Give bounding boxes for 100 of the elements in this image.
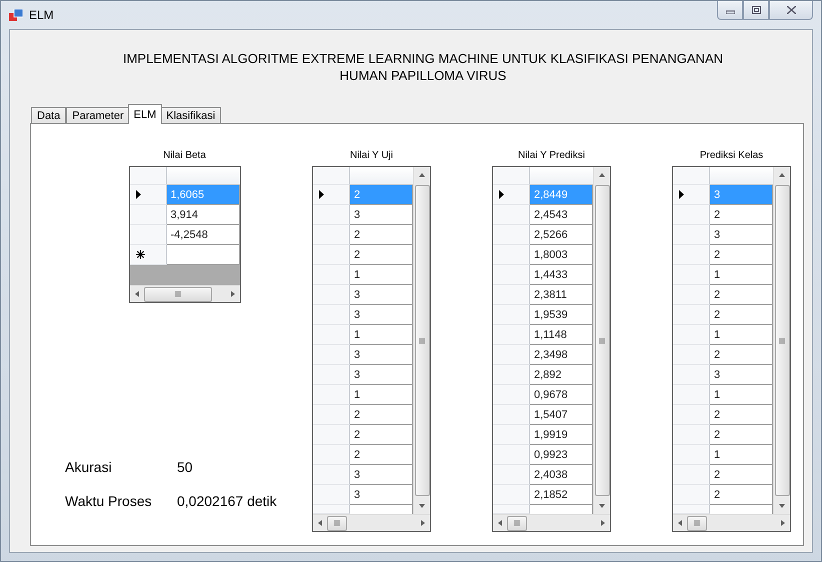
result-value: 0,0202167 detik: [177, 493, 278, 509]
grid-cell[interactable]: 1: [710, 325, 773, 345]
scroll-left-icon[interactable]: [497, 520, 503, 526]
scroll-thumb[interactable]: [594, 185, 610, 496]
grid-cell[interactable]: 1,8003: [530, 245, 593, 265]
grid-cell[interactable]: 3: [350, 205, 413, 225]
grid-cell[interactable]: 2: [350, 405, 413, 425]
tab[interactable]: ELM: [128, 104, 162, 124]
grid-cell[interactable]: 2,3811: [530, 285, 593, 305]
grid-cell[interactable]: 3,914: [166, 205, 240, 225]
grid-cell[interactable]: 2: [350, 445, 413, 465]
row-pointer-icon: [136, 190, 140, 199]
scroll-thumb[interactable]: [414, 185, 430, 496]
grid-cell[interactable]: 3: [710, 225, 773, 245]
grid-cell[interactable]: 2,5266: [530, 225, 593, 245]
scroll-right-icon[interactable]: [780, 520, 786, 526]
scroll-right-icon[interactable]: [600, 520, 606, 526]
row-header[interactable]: [130, 245, 166, 265]
grid-cell[interactable]: 1: [350, 265, 413, 285]
grid-cell[interactable]: 2: [710, 305, 773, 325]
row-header[interactable]: [313, 185, 350, 205]
grid-cell[interactable]: 2,4543: [530, 205, 593, 225]
grid-cell[interactable]: 1,4433: [530, 265, 593, 285]
tab[interactable]: Parameter: [66, 107, 130, 124]
scroll-right-icon[interactable]: [230, 291, 236, 297]
minimize-button[interactable]: [717, 1, 743, 20]
row-header[interactable]: [493, 185, 530, 205]
grid-cell[interactable]: 0,9923: [530, 445, 593, 465]
grid-title: Nilai Y Uji: [350, 150, 393, 163]
grid-cell[interactable]: 1: [710, 385, 773, 405]
vertical-scrollbar[interactable]: [773, 167, 790, 514]
scroll-thumb[interactable]: [774, 185, 790, 496]
data-grid[interactable]: 1,6065 3,914 -4,2548: [128, 166, 240, 303]
scroll-down-icon[interactable]: [779, 503, 785, 509]
grid-cell[interactable]: 2: [350, 425, 413, 445]
grip-icon: [694, 520, 700, 526]
grid-cell[interactable]: 2: [710, 205, 773, 225]
grid-cell[interactable]: 1: [710, 445, 773, 465]
grid-cell[interactable]: 1: [350, 325, 413, 345]
scroll-thumb[interactable]: [507, 516, 527, 530]
grid-cell[interactable]: 3: [350, 365, 413, 385]
scroll-up-icon[interactable]: [599, 172, 605, 178]
grid-cell[interactable]: 3: [350, 485, 413, 505]
scroll-thumb[interactable]: [144, 286, 212, 302]
grid-cell[interactable]: 2: [710, 465, 773, 485]
grip-icon: [779, 338, 785, 344]
grid-cell[interactable]: 2: [710, 485, 773, 505]
grid-cell[interactable]: 1: [710, 265, 773, 285]
data-grid[interactable]: 3 2 3 2 1 2 2 1 2 3 1 2 2 1 2 2: [672, 166, 791, 532]
close-button[interactable]: [769, 1, 813, 20]
maximize-button[interactable]: [743, 1, 769, 20]
scroll-left-icon[interactable]: [134, 291, 140, 297]
grid-cell[interactable]: 2: [350, 245, 413, 265]
grid-cell[interactable]: 2,1852: [530, 485, 593, 505]
grid-cell[interactable]: 3: [350, 465, 413, 485]
scroll-down-icon[interactable]: [419, 503, 425, 509]
grid-cell[interactable]: 2: [710, 405, 773, 425]
grid-cell[interactable]: 2: [710, 285, 773, 305]
vertical-scrollbar[interactable]: [593, 167, 610, 514]
scroll-thumb[interactable]: [687, 516, 707, 530]
scroll-up-icon[interactable]: [779, 172, 785, 178]
grid-cell[interactable]: 2: [710, 245, 773, 265]
grid-cell[interactable]: -4,2548: [166, 225, 240, 245]
data-grid[interactable]: 2,8449 2,4543 2,5266 1,8003 1,4433 2,3811 1,9539 1,1148 2,3498 2,892 0,9678 1,5407 1,9919 0,9923 2,4038 2,1852: [492, 166, 611, 532]
grid-cell[interactable]: 2,4038: [530, 465, 593, 485]
scroll-up-icon[interactable]: [419, 172, 425, 178]
horizontal-scrollbar[interactable]: [313, 514, 430, 531]
scroll-down-icon[interactable]: [599, 503, 605, 509]
horizontal-scrollbar[interactable]: [130, 285, 240, 302]
grid-cell[interactable]: 1,9539: [530, 305, 593, 325]
grid-cell[interactable]: 2: [710, 345, 773, 365]
scroll-right-icon[interactable]: [420, 520, 426, 526]
scroll-left-icon[interactable]: [677, 520, 683, 526]
form-heading: IMPLEMENTASI ALGORITME EXTREME LEARNING MACHINE UNTUK KLASIFIKASI PENANGANAN HUMAN PAPILLOMA VIRUS: [122, 50, 724, 85]
scroll-left-icon[interactable]: [317, 520, 323, 526]
grid-cell[interactable]: 2,3498: [530, 345, 593, 365]
horizontal-scrollbar[interactable]: [493, 514, 610, 531]
grid-cell[interactable]: 3: [350, 345, 413, 365]
grid-cell[interactable]: [166, 245, 240, 265]
grid-cell[interactable]: 3: [710, 365, 773, 385]
grid-cell[interactable]: 0,9678: [530, 385, 593, 405]
row-header[interactable]: [673, 185, 710, 205]
tab[interactable]: Klasifikasi: [160, 107, 222, 124]
grid-cell[interactable]: 3: [350, 305, 413, 325]
scroll-thumb[interactable]: [327, 516, 347, 530]
tab[interactable]: Data: [31, 107, 66, 124]
grid-cell[interactable]: 1,1148: [530, 325, 593, 345]
grid-cell[interactable]: 2,892: [530, 365, 593, 385]
data-grid[interactable]: 2 3 2 2 1 3 3 1 3 3 1 2 2 2 3 3: [312, 166, 431, 532]
row-header[interactable]: [130, 185, 166, 205]
horizontal-scrollbar[interactable]: [673, 514, 790, 531]
vertical-scrollbar[interactable]: [413, 167, 430, 514]
grid-cell[interactable]: 1,9919: [530, 425, 593, 445]
maximize-icon: [752, 6, 760, 14]
close-icon: [786, 6, 796, 14]
grid-cell[interactable]: 2: [710, 425, 773, 445]
grid-cell[interactable]: 3: [350, 285, 413, 305]
grid-cell[interactable]: 1,5407: [530, 405, 593, 425]
grid-cell[interactable]: 1: [350, 385, 413, 405]
grid-cell[interactable]: 2: [350, 225, 413, 245]
